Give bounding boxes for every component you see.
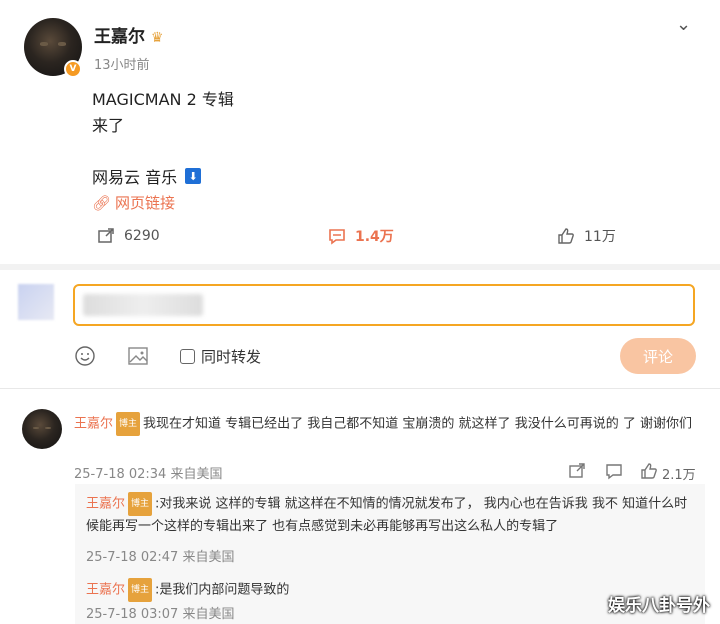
divider: [0, 388, 720, 389]
reply-item: 王嘉尔 博主:是我们内部问题导致的: [86, 578, 696, 602]
submit-comment-button[interactable]: 评论: [620, 338, 696, 374]
author-tag: 博主: [128, 578, 153, 602]
comment-avatar[interactable]: [22, 409, 62, 449]
repost-button[interactable]: 6290: [96, 226, 160, 246]
comment-button[interactable]: 1.4万: [327, 226, 394, 246]
author-tag: 博主: [116, 412, 141, 436]
post-time: 13小时前: [94, 58, 150, 73]
comment-icon: [327, 226, 347, 246]
image-icon[interactable]: [127, 345, 149, 371]
section-divider: [0, 264, 720, 270]
reply-time: 25-7-18 03:07 来自美国: [86, 607, 235, 622]
reply-author[interactable]: 王嘉尔: [86, 583, 125, 598]
comment-text: 我现在才知道 专辑已经出了 我自己都不知道 宝崩溃的 就这样了 我没什么可再说的…: [143, 416, 692, 432]
comment-body: 王嘉尔 博主 我现在才知道 专辑已经出了 我自己都不知道 宝崩溃的 就这样了 我没什…: [74, 412, 704, 436]
comment-count: 1.4万: [355, 229, 394, 245]
current-user-avatar: [18, 284, 54, 320]
checkbox-icon: [180, 349, 195, 364]
comment-share-icon[interactable]: [568, 462, 586, 484]
thumbs-up-icon: [556, 226, 576, 246]
reply-item: 王嘉尔 博主:对我来说 这样的专辑 就这样在不知情的情况就发布了， 我内心也在告诉…: [86, 492, 696, 538]
download-icon[interactable]: ⬇: [185, 168, 202, 184]
more-chevron-icon[interactable]: ⌄: [676, 14, 691, 35]
comment-reply-icon[interactable]: [605, 462, 623, 484]
comment-time: 25-7-18 02:34 来自美国: [74, 467, 223, 482]
like-button[interactable]: 11万: [556, 226, 616, 246]
web-link[interactable]: 🔗︎ 网页链接: [92, 192, 175, 213]
reply-author[interactable]: 王嘉尔: [86, 497, 125, 512]
reply-text: :对我来说 这样的专辑 就这样在不知情的情况就发布了， 我内心也在告诉我 我不 …: [86, 496, 688, 535]
blurred-input-text: [83, 294, 203, 316]
crown-icon: ♛: [150, 30, 164, 46]
thumbs-up-icon: [640, 462, 658, 484]
post-music-line: 网易云 音乐 ⬇: [92, 164, 202, 188]
author-tag: 博主: [128, 492, 153, 516]
comment-like-button[interactable]: 2.1万: [640, 462, 696, 484]
verified-badge-icon: V: [64, 60, 82, 78]
comment-author[interactable]: 王嘉尔: [74, 417, 113, 432]
repost-count: 6290: [124, 228, 160, 244]
sync-repost-checkbox[interactable]: 同时转发: [180, 346, 261, 367]
post-line-2: 来了: [92, 116, 125, 135]
post-line-1: MAGICMAN 2 专辑: [92, 90, 234, 109]
reply-time: 25-7-18 02:47 来自美国: [86, 550, 235, 565]
comment-like-count: 2.1万: [662, 467, 696, 483]
watermark: 娱乐八卦号外: [608, 596, 710, 616]
repost-icon: [96, 226, 116, 246]
emoji-icon[interactable]: [74, 345, 96, 371]
reply-text: :是我们内部问题导致的: [155, 582, 290, 598]
sync-label: 同时转发: [201, 348, 262, 366]
comment-input[interactable]: [73, 284, 695, 326]
link-icon: 🔗︎: [92, 193, 112, 212]
like-count: 11万: [584, 229, 616, 245]
post-author-name[interactable]: 王嘉尔 ♛: [94, 22, 163, 47]
